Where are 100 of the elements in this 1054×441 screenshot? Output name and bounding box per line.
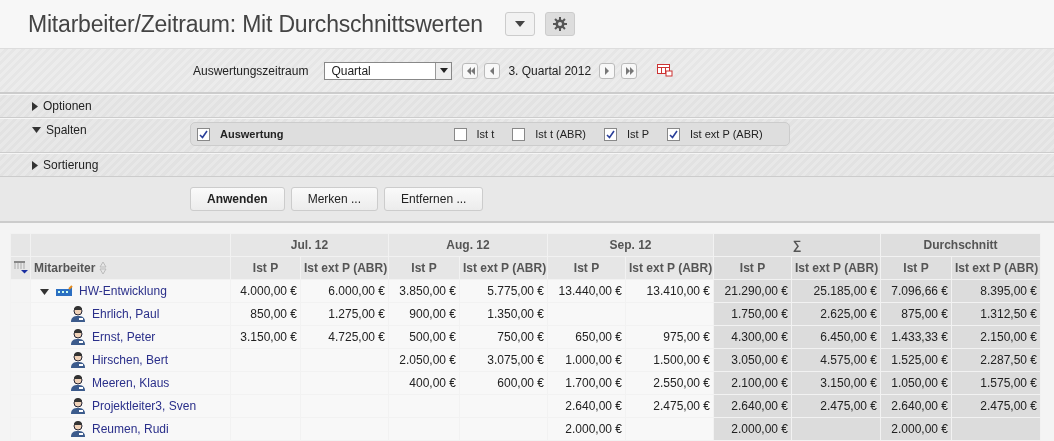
- amount-text: 1.700,00 €: [565, 376, 622, 390]
- settings-button[interactable]: [544, 12, 575, 36]
- checkbox[interactable]: [512, 127, 526, 141]
- next-button[interactable]: [599, 62, 616, 79]
- column-header[interactable]: Mitarbeiter: [34, 261, 96, 275]
- column-group-header: Jul. 12: [230, 233, 389, 257]
- building-icon: [55, 285, 73, 297]
- page-title: Mitarbeiter/Zeitraum: Mit Durchschnittswerten: [28, 10, 483, 38]
- amount-text: 1.350,00 €: [487, 307, 544, 321]
- amount-text: 3.075,00 €: [487, 353, 544, 367]
- amount-text: 1.525,00 €: [891, 353, 948, 367]
- checkbox-label: Auswertung: [220, 128, 284, 140]
- amount-text: 1.050,00 €: [891, 376, 948, 390]
- checkbox-label: Ist t: [476, 128, 495, 140]
- person-icon: [70, 352, 86, 368]
- amount-text: 1.000,00 €: [565, 353, 622, 367]
- amount-text: 1.433,33 €: [891, 330, 948, 344]
- current-period: 3. Quartal 2012: [508, 63, 592, 78]
- amount-text: 400,00 €: [409, 376, 456, 390]
- action-button[interactable]: Entfernen ...: [384, 187, 484, 211]
- person-icon: [70, 398, 86, 414]
- amount-text: 3.150,00 €: [240, 330, 297, 344]
- amount-text: 4.000,00 €: [240, 284, 297, 298]
- amount-text: 21.290,00 €: [724, 284, 788, 298]
- period-label: Auswertungszeitraum: [193, 63, 309, 78]
- right-arrow-icon: [623, 65, 636, 76]
- amount-text: 600,00 €: [497, 376, 544, 390]
- amount-text: 900,00 €: [409, 307, 456, 321]
- amount-text: 2.475,00 €: [653, 399, 710, 413]
- expanded-triangle-icon: [40, 289, 49, 295]
- person-icon: [70, 329, 86, 345]
- checkbox[interactable]: [453, 127, 467, 141]
- person-icon: [70, 375, 86, 391]
- checkbox[interactable]: [604, 127, 618, 141]
- checkbox-label: Ist ext P (ABR): [690, 128, 763, 140]
- action-button[interactable]: Anwenden: [190, 187, 285, 211]
- amount-text: 13.440,00 €: [558, 284, 622, 298]
- caret-icon: [514, 21, 525, 27]
- column-group-header: Durchschnitt: [880, 233, 1041, 257]
- person-icon: [70, 421, 86, 437]
- amount-text: 1.500,00 €: [653, 353, 710, 367]
- amount-text: 2.100,00 €: [731, 376, 788, 390]
- column-chooser-icon[interactable]: [14, 259, 28, 274]
- collapsed-triangle-icon: [32, 101, 38, 111]
- amount-text: 2.640,00 €: [565, 399, 622, 413]
- amount-text: 650,00 €: [575, 330, 622, 344]
- amount-text: 975,00 €: [663, 330, 710, 344]
- amount-text: 2.550,00 €: [653, 376, 710, 390]
- amount-text: 2.000,00 €: [891, 422, 948, 436]
- section-toggle[interactable]: Sortierung: [32, 154, 190, 176]
- amount-text: 875,00 €: [901, 307, 948, 321]
- amount-text: 8.395,00 €: [980, 284, 1038, 298]
- amount-text: 750,00 €: [497, 330, 544, 344]
- dropdown-button[interactable]: [504, 12, 535, 36]
- expanded-triangle-icon: [32, 127, 41, 133]
- amount-text: 13.410,00 €: [646, 284, 710, 298]
- action-button[interactable]: Merken ...: [290, 187, 379, 211]
- amount-text: 1.312,50 €: [980, 307, 1038, 321]
- amount-text: 2.000,00 €: [731, 422, 788, 436]
- tree-item[interactable]: Ernst, Peter: [92, 330, 156, 344]
- amount-text: 4.300,00 €: [731, 330, 788, 344]
- section-toggle[interactable]: Spalten: [32, 119, 190, 141]
- checkbox-label: Ist P: [627, 128, 650, 140]
- column-group-header: Sep. 12: [547, 233, 714, 257]
- checkbox[interactable]: [667, 127, 681, 141]
- amount-text: 6.450,00 €: [820, 330, 877, 344]
- caret-icon: [439, 68, 448, 73]
- amount-text: 1.575,00 €: [980, 376, 1038, 390]
- column-group-header: ∑: [713, 233, 881, 257]
- amount-text: 2.287,50 €: [980, 353, 1038, 367]
- prev-button[interactable]: [484, 62, 501, 79]
- gear-icon: [552, 17, 567, 31]
- amount-text: 2.640,00 €: [891, 399, 948, 413]
- tree-item[interactable]: Ehrlich, Paul: [92, 307, 160, 321]
- column-group-header: Aug. 12: [388, 233, 548, 257]
- period-select[interactable]: Quartal: [324, 61, 453, 80]
- amount-text: 2.150,00 €: [980, 330, 1038, 344]
- amount-text: 2.000,00 €: [565, 422, 622, 436]
- section-toggle[interactable]: Optionen: [32, 95, 190, 117]
- amount-text: 6.000,00 €: [328, 284, 385, 298]
- amount-text: 3.850,00 €: [399, 284, 456, 298]
- amount-text: 4.575,00 €: [820, 353, 877, 367]
- amount-text: 2.050,00 €: [399, 353, 456, 367]
- amount-text: 3.050,00 €: [731, 353, 788, 367]
- amount-text: 2.475,00 €: [980, 399, 1038, 413]
- amount-text: 5.775,00 €: [487, 284, 544, 298]
- amount-text: 25.185,00 €: [813, 284, 877, 298]
- first-button[interactable]: [462, 62, 479, 79]
- amount-text: 850,00 €: [250, 307, 297, 321]
- amount-text: 1.275,00 €: [328, 307, 385, 321]
- checkbox[interactable]: [197, 127, 210, 141]
- amount-text: 3.150,00 €: [820, 376, 877, 390]
- person-icon: [70, 306, 86, 322]
- amount-text: 2.640,00 €: [731, 399, 788, 413]
- amount-text: 7.096,66 €: [891, 284, 948, 298]
- last-button[interactable]: [621, 62, 638, 79]
- checkbox-label: Ist t (ABR): [535, 128, 587, 140]
- amount-text: 500,00 €: [409, 330, 456, 344]
- calendar-icon[interactable]: [657, 64, 674, 77]
- amount-text: 1.750,00 €: [731, 307, 788, 321]
